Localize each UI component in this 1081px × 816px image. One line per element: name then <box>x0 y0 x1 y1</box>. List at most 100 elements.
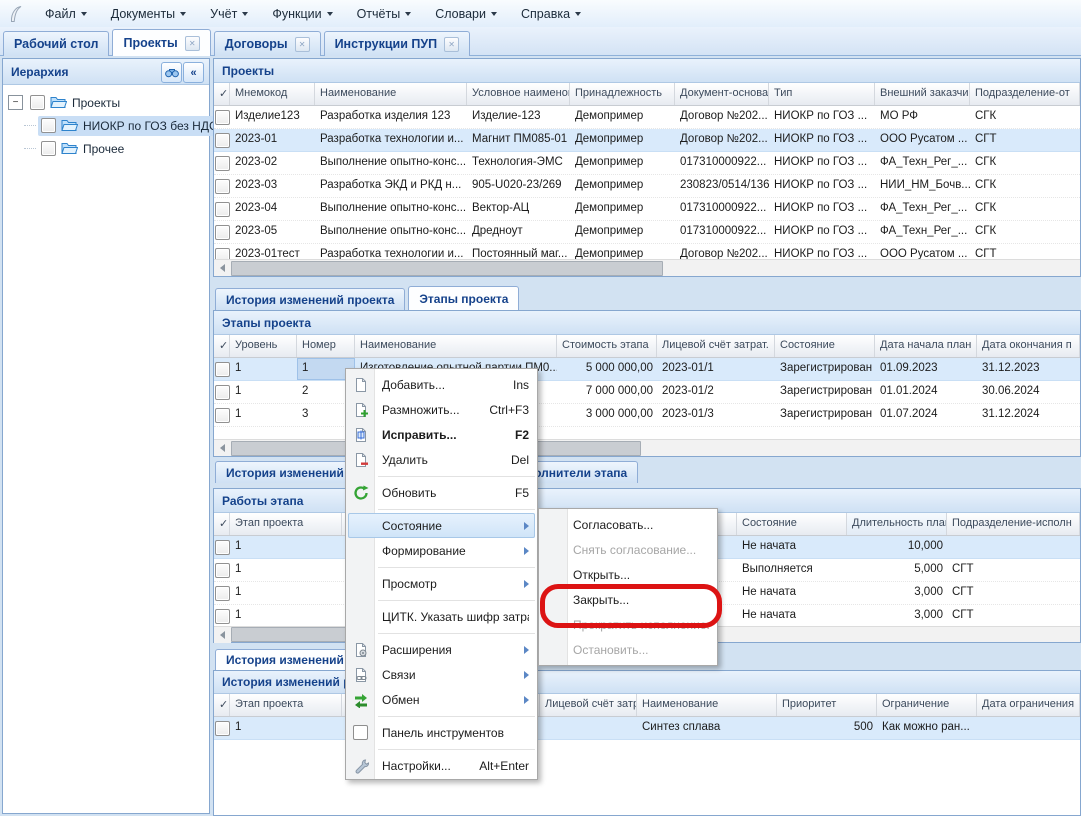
column-header-5[interactable]: Стоимость этапа <box>557 335 657 357</box>
row-checkbox[interactable] <box>215 563 230 578</box>
column-header-8[interactable]: Дата ограничения <box>977 694 1080 716</box>
context-menu-item-1[interactable]: Добавить...Ins <box>346 372 537 397</box>
column-header-6[interactable]: Приоритет <box>777 694 877 716</box>
tree-item-1[interactable]: −Проекты <box>3 91 209 114</box>
column-header-9[interactable]: Дата окончания п <box>977 335 1080 357</box>
column-header-7[interactable]: Состояние <box>775 335 875 357</box>
context-menu-item-11[interactable]: Просмотр <box>346 571 537 596</box>
menubar-item-2[interactable]: Документы <box>99 3 198 25</box>
collapse-left-icon[interactable]: « <box>183 62 204 83</box>
tree-node[interactable]: НИОКР по ГОЗ без НДС <box>38 116 224 136</box>
tree-item-2[interactable]: НИОКР по ГОЗ без НДС <box>3 114 209 137</box>
table-row-5[interactable]: 2023-04Выполнение опытно-конс...Вектор-А… <box>214 198 1080 221</box>
context-menu-item-21[interactable]: Настройки...Alt+Enter <box>346 753 537 778</box>
close-icon[interactable]: ✕ <box>295 37 310 52</box>
row-checkbox[interactable] <box>215 385 230 400</box>
table-row-1[interactable]: Изделие123Разработка изделия 123Изделие-… <box>214 106 1080 129</box>
column-header-3[interactable]: Номер <box>297 335 355 357</box>
horizontal-scrollbar[interactable] <box>214 259 1080 276</box>
row-checkbox[interactable] <box>215 225 230 240</box>
submenu-item-1[interactable]: Согласовать... <box>539 512 717 537</box>
menubar-item-4[interactable]: Функции <box>260 3 344 25</box>
scroll-left-arrow-icon[interactable] <box>214 627 231 643</box>
column-header-5[interactable]: Принадлежность <box>570 83 675 105</box>
main-tab-3[interactable]: Договоры✕ <box>214 31 321 56</box>
scrollbar-thumb[interactable] <box>231 261 663 276</box>
submenu-item-3[interactable]: Открыть... <box>539 562 717 587</box>
main-tab-2[interactable]: Проекты✕ <box>112 29 210 56</box>
table-row-3[interactable]: 2023-02Выполнение опытно-конс...Технолог… <box>214 152 1080 175</box>
context-menu-item-3[interactable]: Исправить...F2 <box>346 422 537 447</box>
tree-checkbox[interactable] <box>30 95 45 110</box>
tree-checkbox[interactable] <box>41 141 56 156</box>
context-menu-item-16[interactable]: Связи <box>346 662 537 687</box>
close-icon[interactable]: ✕ <box>185 36 200 51</box>
column-header-6[interactable]: Подразделение-исполн <box>947 513 1080 535</box>
tree-item-3[interactable]: Прочее <box>3 137 209 160</box>
column-header-6[interactable]: Лицевой счёт затрат. <box>657 335 775 357</box>
column-header-2[interactable]: Этап проекта <box>230 513 342 535</box>
row-checkbox[interactable] <box>215 110 230 125</box>
column-header-4[interactable]: Наименование <box>355 335 557 357</box>
column-header-7[interactable]: Ограничение <box>877 694 977 716</box>
submenu-item-4[interactable]: Закрыть... <box>539 587 717 612</box>
table-row-2[interactable]: 2023-01Разработка технологии и...Магнит … <box>214 129 1080 152</box>
context-menu-item-8[interactable]: Состояние <box>348 513 535 538</box>
row-checkbox[interactable] <box>215 179 230 194</box>
binoculars-icon[interactable] <box>161 62 182 83</box>
menubar-item-7[interactable]: Справка <box>509 3 593 25</box>
column-header-8[interactable]: Внешний заказчик <box>875 83 970 105</box>
context-menu-item-17[interactable]: Обмен <box>346 687 537 712</box>
context-menu-item-15[interactable]: Расширения <box>346 637 537 662</box>
row-checkbox[interactable] <box>215 408 230 423</box>
column-header-2[interactable]: Уровень <box>230 335 297 357</box>
main-tab-4[interactable]: Инструкции ПУП✕ <box>324 31 471 56</box>
context-menu-item-19[interactable]: Панель инструментов <box>346 720 537 745</box>
table-row-1[interactable]: 11Изготовление опытной партии ПМ0...5 00… <box>214 358 1080 381</box>
column-header-5[interactable]: Длительность план <box>847 513 947 535</box>
stages-tab-2[interactable]: Этапы проекта <box>408 286 519 310</box>
context-menu-item-13[interactable]: ЦИТК. Указать шифр затрат... <box>346 604 537 629</box>
tree-checkbox[interactable] <box>41 118 56 133</box>
column-header-5[interactable]: Наименование <box>637 694 777 716</box>
main-tab-1[interactable]: Рабочий стол <box>3 31 109 56</box>
table-row-6[interactable]: 2023-05Выполнение опытно-конс...Дредноут… <box>214 221 1080 244</box>
row-checkbox[interactable] <box>215 202 230 217</box>
scroll-left-arrow-icon[interactable] <box>214 260 231 276</box>
row-checkbox[interactable] <box>215 362 230 377</box>
row-checkbox[interactable] <box>215 586 230 601</box>
stages-tab-1[interactable]: История изменений проекта <box>215 288 405 310</box>
column-header-4[interactable]: Лицевой счёт затр <box>540 694 637 716</box>
column-header-4[interactable]: Состояние <box>737 513 847 535</box>
row-checkbox[interactable] <box>215 609 230 624</box>
table-row-1[interactable]: 1Синтез сплава500Как можно ран... <box>214 717 1080 740</box>
tree-expander-icon[interactable]: − <box>8 95 23 110</box>
column-header-1[interactable]: ✓ <box>214 335 230 357</box>
column-header-7[interactable]: Тип <box>769 83 875 105</box>
column-header-6[interactable]: Документ-основан <box>675 83 769 105</box>
tree-node[interactable]: Проекты <box>27 93 126 113</box>
column-header-2[interactable]: Этап проекта <box>230 694 342 716</box>
table-row-3[interactable]: 133 000 000,002023-01/3Зарегистрирован01… <box>214 404 1080 427</box>
row-checkbox[interactable] <box>215 540 230 555</box>
column-header-1[interactable]: ✓ <box>214 513 230 535</box>
close-icon[interactable]: ✕ <box>444 37 459 52</box>
row-checkbox[interactable] <box>215 721 230 736</box>
menubar-item-5[interactable]: Отчёты <box>345 3 424 25</box>
column-header-1[interactable]: ✓ <box>214 83 230 105</box>
table-row-4[interactable]: 2023-03Разработка ЭКД и РКД н...905-U020… <box>214 175 1080 198</box>
row-checkbox[interactable] <box>215 133 230 148</box>
column-header-8[interactable]: Дата начала план <box>875 335 977 357</box>
column-header-3[interactable]: Наименование <box>315 83 467 105</box>
context-menu-item-4[interactable]: УдалитьDel <box>346 447 537 472</box>
menubar-item-1[interactable]: Файл <box>33 3 99 25</box>
row-checkbox[interactable] <box>215 156 230 171</box>
menubar-item-6[interactable]: Словари <box>423 3 509 25</box>
context-menu-item-6[interactable]: ОбновитьF5 <box>346 480 537 505</box>
table-row-2[interactable]: 127 000 000,002023-01/2Зарегистрирован01… <box>214 381 1080 404</box>
column-header-4[interactable]: Условное наименова <box>467 83 570 105</box>
context-menu-item-9[interactable]: Формирование <box>346 538 537 563</box>
column-header-1[interactable]: ✓ <box>214 694 230 716</box>
context-menu-item-2[interactable]: Размножить...Ctrl+F3 <box>346 397 537 422</box>
horizontal-scrollbar[interactable] <box>214 439 1080 456</box>
